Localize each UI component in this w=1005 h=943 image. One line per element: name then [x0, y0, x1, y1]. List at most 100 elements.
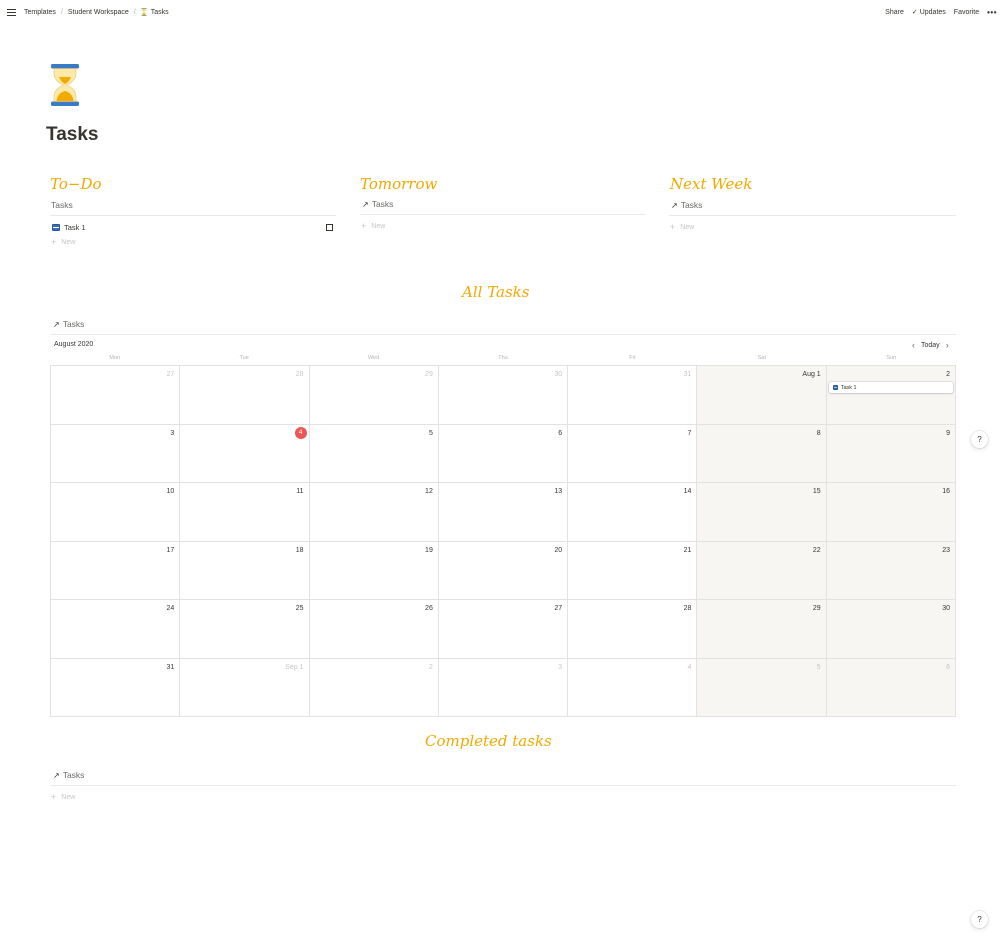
calendar-day-cell[interactable]: 23 [826, 541, 956, 600]
linked-arrow-icon: ↗ [362, 199, 369, 209]
help-button[interactable]: ? [971, 911, 988, 928]
calendar-day-cell[interactable]: Aug 1 [697, 366, 827, 425]
linked-arrow-icon: ↗ [671, 200, 678, 210]
day-number: 19 [425, 546, 433, 554]
new-label: New [680, 223, 695, 231]
calendar-event[interactable]: Task 1 [828, 382, 953, 393]
breadcrumb-student-workspace[interactable]: Student Workspace [68, 9, 129, 16]
plus-icon: + [51, 237, 57, 247]
help-button[interactable]: ? [971, 431, 988, 448]
calendar-day-cell[interactable]: 3 [51, 424, 181, 483]
calendar-day-cell[interactable]: 6 [438, 424, 569, 483]
plus-icon: + [670, 222, 676, 232]
tomorrow-view-title[interactable]: ↗ Tasks [362, 199, 393, 209]
todo-view-title[interactable]: Tasks [51, 200, 73, 210]
calendar-day-cell[interactable]: 28 [568, 600, 698, 659]
day-number: 6 [558, 429, 563, 437]
calendar-day-cell[interactable]: 2 Task 1 [826, 366, 956, 425]
weekday-label: Mon [109, 355, 121, 361]
calendar-day-cell[interactable]: 30 [826, 600, 956, 659]
weekday-label: Fri [629, 355, 636, 361]
event-label: Task 1 [840, 384, 857, 391]
hamburger-menu-icon[interactable] [7, 8, 16, 16]
calendar-day-cell[interactable]: 20 [438, 541, 569, 600]
calendar-day-cell[interactable]: 31 [51, 658, 181, 717]
calendar-day-cell[interactable]: 4 [180, 424, 310, 483]
list-item[interactable]: Task 1 [52, 223, 86, 232]
calendar-day-cell[interactable]: 29 [309, 366, 439, 425]
new-item-button[interactable]: + New [51, 792, 75, 802]
view-title-label: Tasks [680, 200, 703, 210]
today-date-badge: 4 [294, 426, 307, 439]
calendar-day-cell[interactable]: 29 [697, 600, 827, 659]
calendar-day-cell[interactable]: 22 [697, 541, 827, 600]
linked-arrow-icon: ↗ [53, 770, 60, 780]
breadcrumb: Templates / Student Workspace / Tasks [7, 8, 169, 16]
calendar-day-cell[interactable]: 21 [568, 541, 698, 600]
hourglass-icon[interactable] [50, 64, 80, 106]
chevron-right-icon[interactable]: › [946, 340, 949, 350]
calendar-day-cell[interactable]: 5 [697, 658, 827, 717]
calendar-day-cell[interactable]: 27 [51, 366, 181, 425]
calendar-day-cell[interactable]: 26 [309, 600, 439, 659]
breadcrumb-templates[interactable]: Templates [24, 9, 56, 16]
task-checkbox[interactable] [326, 224, 333, 231]
check-icon: ✓ [911, 9, 918, 16]
all-tasks-view-title[interactable]: ↗ Tasks [53, 319, 84, 329]
plus-icon: + [361, 221, 367, 231]
calendar-day-cell[interactable]: 8 [697, 424, 827, 483]
calendar-day-cell[interactable]: 14 [568, 483, 698, 542]
calendar-day-cell[interactable]: 13 [438, 483, 569, 542]
weekday-label: Tue [239, 355, 249, 361]
calendar-day-cell[interactable]: 19 [309, 541, 439, 600]
calendar-nav: ‹ Today › [912, 340, 949, 350]
calendar-day-cell[interactable]: 2 [309, 658, 439, 717]
calendar-day-cell[interactable]: 12 [309, 483, 439, 542]
more-options-icon[interactable]: ••• [987, 8, 997, 17]
chevron-left-icon[interactable]: ‹ [912, 340, 915, 350]
day-number: 16 [942, 488, 950, 495]
day-number: 20 [554, 546, 563, 554]
calendar-day-cell[interactable]: 11 [180, 483, 310, 542]
hourglass-icon [141, 8, 147, 16]
day-number: 25 [295, 605, 304, 612]
day-number: 12 [425, 488, 433, 495]
calendar-day-cell[interactable]: 17 [51, 541, 181, 600]
calendar-day-cell[interactable]: 27 [438, 600, 569, 659]
day-number: 28 [683, 605, 692, 612]
share-button[interactable]: Share [885, 9, 904, 16]
new-item-button[interactable]: + New [361, 221, 385, 231]
breadcrumb-tasks[interactable]: Tasks [151, 9, 169, 16]
calendar-day-cell[interactable]: 18 [180, 541, 310, 600]
calendar-day-cell[interactable]: 30 [438, 366, 569, 425]
calendar-day-cell[interactable]: 25 [180, 600, 310, 659]
day-number: Sep 1 [285, 663, 304, 671]
calendar-day-cell[interactable]: 16 [826, 483, 956, 542]
updates-button[interactable]: ✓ Updates [912, 8, 946, 16]
day-number: 27 [166, 371, 175, 378]
calendar-day-cell[interactable]: 10 [51, 483, 181, 542]
todo-heading: To−Do [50, 175, 102, 193]
breadcrumb-separator: / [133, 8, 136, 16]
calendar-day-cell[interactable]: 6 [826, 658, 956, 717]
completed-view-title[interactable]: ↗ Tasks [53, 770, 84, 780]
next-week-view-title[interactable]: ↗ Tasks [671, 200, 702, 210]
calendar-day-cell[interactable]: 24 [51, 600, 181, 659]
calendar-day-cell[interactable]: 7 [568, 424, 698, 483]
calendar-day-cell[interactable]: 4 [568, 658, 698, 717]
calendar-day-cell[interactable]: Sep 1 [180, 658, 310, 717]
today-button[interactable]: Today [921, 342, 940, 349]
calendar-day-cell[interactable]: 3 [438, 658, 569, 717]
calendar-day-cell[interactable]: 28 [180, 366, 310, 425]
calendar-day-cell[interactable]: 5 [309, 424, 439, 483]
view-title-label: Tasks [371, 199, 394, 209]
new-item-button[interactable]: + New [670, 222, 694, 232]
calendar-day-cell[interactable]: 15 [697, 483, 827, 542]
day-number: 2 [946, 371, 950, 378]
day-number: 5 [816, 663, 821, 671]
calendar-day-cell[interactable]: 31 [568, 366, 698, 425]
new-item-button[interactable]: + New [51, 237, 75, 247]
favorite-button[interactable]: Favorite [954, 9, 979, 16]
weekday-label: Sat [757, 355, 766, 361]
calendar-day-cell[interactable]: 9 [826, 424, 956, 483]
